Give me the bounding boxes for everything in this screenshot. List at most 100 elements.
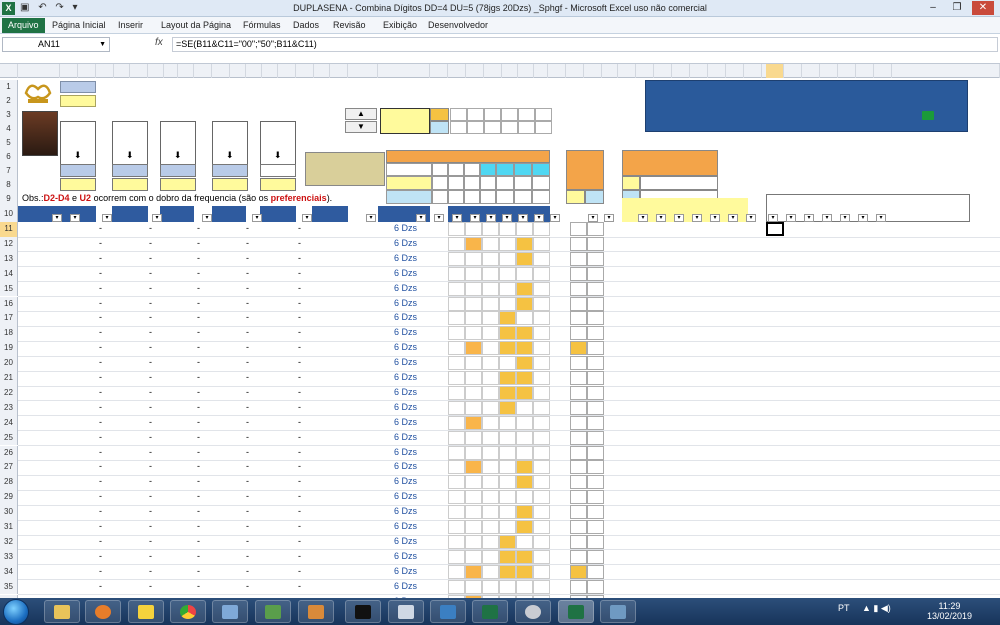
an-cell[interactable]	[820, 341, 838, 355]
start-button[interactable]	[3, 599, 29, 625]
taskbar-calc-icon[interactable]	[388, 600, 424, 623]
combo-number[interactable]	[465, 460, 482, 475]
an-cell[interactable]	[838, 535, 856, 549]
acerto-cell[interactable]	[570, 385, 587, 400]
combo-number[interactable]	[482, 460, 499, 475]
acerto-cell[interactable]	[587, 534, 604, 549]
qtdzs-cell[interactable]: 6 Dzs	[394, 506, 417, 516]
acerto-cell[interactable]	[570, 326, 587, 341]
filter-dropdown-icon[interactable]: ▾	[366, 214, 376, 222]
filter-dropdown-icon[interactable]: ▾	[674, 214, 684, 222]
combo-number[interactable]	[465, 564, 482, 579]
combo-number[interactable]	[533, 296, 550, 311]
combo-number[interactable]	[516, 460, 533, 475]
row-header-35[interactable]: 35	[0, 579, 18, 595]
column-header-AI[interactable]	[672, 64, 690, 78]
combo-number[interactable]	[482, 385, 499, 400]
combo-number[interactable]	[499, 356, 516, 371]
an-cell[interactable]	[784, 535, 802, 549]
an-cell[interactable]	[802, 401, 820, 415]
acerto-cell[interactable]	[570, 341, 587, 356]
combo-number[interactable]	[482, 311, 499, 326]
combo-number[interactable]	[499, 564, 516, 579]
du-cell-1[interactable]	[112, 178, 148, 191]
an-cell[interactable]	[784, 431, 802, 445]
acerto-cell[interactable]	[570, 356, 587, 371]
an-cell[interactable]	[838, 341, 856, 355]
an-cell[interactable]	[838, 282, 856, 296]
acerto-cell[interactable]	[570, 475, 587, 490]
qtdzs-cell[interactable]: 6 Dzs	[394, 402, 417, 412]
filter-dropdown-icon[interactable]: ▾	[70, 214, 80, 222]
column-header-AE[interactable]	[600, 64, 618, 78]
acerto-cell[interactable]	[587, 490, 604, 505]
qtdzs-cell[interactable]: 6 Dzs	[394, 387, 417, 397]
combo-number[interactable]	[533, 311, 550, 326]
an-cell[interactable]	[784, 416, 802, 430]
combo-number[interactable]	[516, 415, 533, 430]
combo-number[interactable]	[482, 534, 499, 549]
combo-number[interactable]	[482, 341, 499, 356]
an-cell[interactable]	[838, 311, 856, 325]
an-cell[interactable]	[838, 550, 856, 564]
filter-dropdown-icon[interactable]: ▾	[502, 214, 512, 222]
filter-dropdown-icon[interactable]: ▾	[804, 214, 814, 222]
tab-6[interactable]: Revisão	[327, 18, 372, 33]
qtdzs-cell[interactable]: 6 Dzs	[394, 432, 417, 442]
filter-dropdown-icon[interactable]: ▾	[550, 214, 560, 222]
column-header-AH[interactable]	[654, 64, 672, 78]
acerto-cell[interactable]	[570, 534, 587, 549]
combo-number[interactable]	[533, 400, 550, 415]
combo-number[interactable]	[448, 222, 465, 236]
filter-dropdown-icon[interactable]: ▾	[252, 214, 262, 222]
close-icon[interactable]: ✕	[972, 1, 994, 15]
row-header-7[interactable]: 7	[0, 164, 18, 178]
an-cell[interactable]	[838, 326, 856, 340]
combo-number[interactable]	[499, 326, 516, 341]
combo-number[interactable]	[465, 400, 482, 415]
an-cell[interactable]	[856, 475, 874, 489]
row-header-14[interactable]: 14	[0, 266, 18, 282]
an-cell[interactable]	[838, 505, 856, 519]
formula-input[interactable]: =SE(B11&C11="00";"50";B11&C11)	[172, 37, 998, 52]
combo-number[interactable]	[499, 520, 516, 534]
combo-number[interactable]	[499, 579, 516, 594]
an-cell[interactable]	[784, 282, 802, 296]
an-cell[interactable]	[838, 520, 856, 534]
filter-dropdown-icon[interactable]: ▾	[656, 214, 666, 222]
row-header-31[interactable]: 31	[0, 520, 18, 535]
combo-number[interactable]	[482, 564, 499, 579]
qtdzs-cell[interactable]: 6 Dzs	[394, 312, 417, 322]
column-header-AP[interactable]	[802, 64, 820, 78]
combo-number[interactable]	[499, 534, 516, 549]
an-cell[interactable]	[838, 460, 856, 474]
an-cell[interactable]	[856, 505, 874, 519]
filter-dropdown-icon[interactable]: ▾	[728, 214, 738, 222]
an-cell[interactable]	[820, 490, 838, 504]
an-cell[interactable]	[784, 386, 802, 400]
acerto-cell[interactable]	[570, 415, 587, 430]
row-header-2[interactable]: 2	[0, 94, 18, 108]
qtdzs-cell[interactable]: 6 Dzs	[394, 447, 417, 457]
acerto-cell[interactable]	[587, 222, 604, 236]
an-cell[interactable]	[820, 416, 838, 430]
qtdzs-cell[interactable]: 6 Dzs	[394, 327, 417, 337]
row-header-13[interactable]: 13	[0, 251, 18, 267]
combo-number[interactable]	[499, 400, 516, 415]
filter-dropdown-icon[interactable]: ▾	[876, 214, 886, 222]
an-cell[interactable]	[838, 222, 856, 236]
combo-number[interactable]	[533, 445, 550, 460]
an-cell[interactable]	[802, 550, 820, 564]
column-header-Q[interactable]	[312, 64, 330, 78]
row-header-28[interactable]: 28	[0, 475, 18, 491]
combo-number[interactable]	[448, 236, 465, 251]
an-cell[interactable]	[784, 475, 802, 489]
acerto-cell[interactable]	[587, 251, 604, 266]
an-cell[interactable]	[820, 311, 838, 325]
column-header-AJ[interactable]	[690, 64, 708, 78]
an-cell[interactable]	[784, 460, 802, 474]
combo-number[interactable]	[533, 534, 550, 549]
combo-number[interactable]	[448, 460, 465, 475]
an-cell[interactable]	[820, 252, 838, 266]
row-header-19[interactable]: 19	[0, 341, 18, 357]
